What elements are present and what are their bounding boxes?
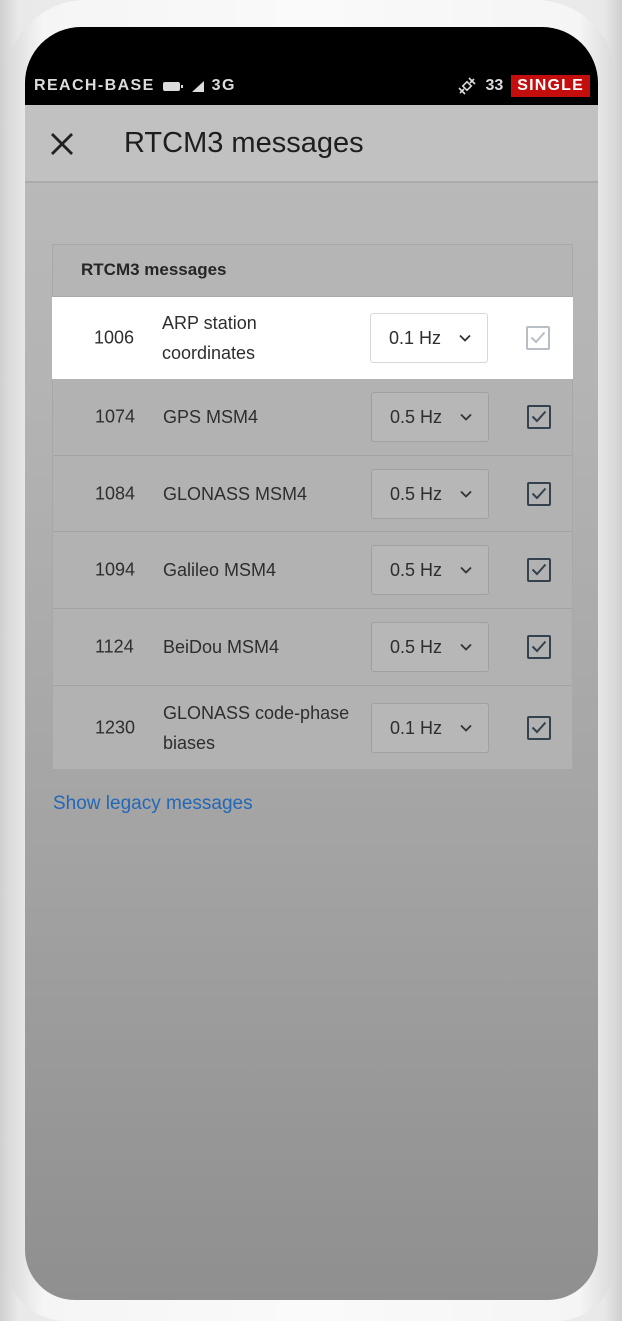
close-button[interactable] bbox=[47, 129, 77, 159]
chevron-down-icon bbox=[460, 413, 472, 421]
message-name: GPS MSM4 bbox=[163, 407, 259, 427]
enable-checkbox[interactable] bbox=[526, 326, 550, 350]
message-row: 1230 GLONASS code-phase biases 0.1 Hz bbox=[53, 686, 572, 769]
page-title: RTCM3 messages bbox=[124, 127, 364, 159]
rate-dropdown[interactable]: 0.5 Hz bbox=[371, 468, 489, 519]
message-name: GLONASS code-phase biases bbox=[163, 702, 350, 753]
chevron-down-icon bbox=[460, 490, 472, 498]
signal-icon bbox=[191, 80, 204, 92]
message-row: 1006 ARP station coordinates 0.1 Hz bbox=[52, 297, 573, 379]
message-name: ARP station coordinates bbox=[162, 313, 257, 363]
status-left: REACH-BASE 3G bbox=[34, 77, 236, 95]
check-icon bbox=[531, 487, 547, 499]
rate-value: 0.5 Hz bbox=[390, 483, 443, 504]
chevron-down-icon bbox=[459, 334, 471, 342]
message-name: Galileo MSM4 bbox=[163, 560, 277, 580]
message-name: GLONASS MSM4 bbox=[163, 483, 308, 504]
message-row: 1124 BeiDou MSM4 0.5 Hz bbox=[53, 609, 572, 686]
message-name: BeiDou MSM4 bbox=[163, 637, 280, 657]
enable-checkbox[interactable] bbox=[527, 481, 551, 506]
rate-value: 0.1 Hz bbox=[389, 328, 442, 348]
satellite-count: 33 bbox=[485, 77, 504, 94]
message-id: 1006 bbox=[94, 327, 135, 348]
check-icon bbox=[531, 640, 547, 653]
chevron-down-icon bbox=[460, 566, 472, 574]
messages-card: RTCM3 messages 1006 ARP station coordina… bbox=[52, 244, 573, 769]
show-legacy-messages-link[interactable]: Show legacy messages bbox=[53, 793, 253, 815]
message-row: 1074 GPS MSM4 0.5 Hz bbox=[53, 379, 572, 456]
rate-dropdown[interactable]: 0.5 Hz bbox=[371, 622, 489, 672]
status-right: 33 SINGLE bbox=[457, 75, 590, 97]
message-id: 1084 bbox=[95, 483, 136, 503]
chevron-down-icon bbox=[460, 724, 472, 732]
rate-value: 0.1 Hz bbox=[390, 717, 443, 738]
enable-checkbox[interactable] bbox=[527, 715, 551, 740]
enable-checkbox[interactable] bbox=[527, 405, 551, 429]
check-icon bbox=[530, 331, 546, 344]
rate-value: 0.5 Hz bbox=[390, 637, 443, 657]
device-name: REACH-BASE bbox=[34, 77, 155, 94]
status-bar: REACH-BASE 3G 33 SINGLE bbox=[25, 27, 598, 105]
message-id: 1230 bbox=[95, 717, 136, 737]
message-row: 1084 GLONASS MSM4 0.5 Hz bbox=[53, 456, 572, 532]
message-id: 1074 bbox=[95, 406, 136, 427]
phone-screen: REACH-BASE 3G 33 SINGLE RTCM3 messages R… bbox=[25, 27, 598, 1300]
network-type: 3G bbox=[211, 77, 236, 94]
check-icon bbox=[531, 563, 547, 576]
enable-checkbox[interactable] bbox=[527, 558, 551, 582]
app-bar: RTCM3 messages bbox=[25, 105, 598, 183]
message-row: 1094 Galileo MSM4 0.5 Hz bbox=[53, 532, 572, 609]
solution-status-badge: SINGLE bbox=[511, 75, 590, 97]
rate-dropdown[interactable]: 0.1 Hz bbox=[370, 313, 488, 363]
rate-dropdown[interactable]: 0.1 Hz bbox=[371, 702, 489, 753]
rate-dropdown[interactable]: 0.5 Hz bbox=[371, 545, 489, 595]
rate-value: 0.5 Hz bbox=[390, 407, 443, 427]
rate-value: 0.5 Hz bbox=[390, 560, 443, 580]
check-icon bbox=[531, 410, 547, 423]
satellite-icon bbox=[457, 76, 477, 96]
rate-dropdown[interactable]: 0.5 Hz bbox=[371, 392, 489, 442]
message-id: 1094 bbox=[95, 559, 136, 580]
enable-checkbox[interactable] bbox=[527, 635, 551, 659]
card-title: RTCM3 messages bbox=[53, 245, 572, 297]
close-icon bbox=[47, 129, 77, 159]
check-icon bbox=[531, 721, 547, 733]
message-id: 1124 bbox=[95, 636, 134, 657]
chevron-down-icon bbox=[460, 643, 472, 651]
battery-icon bbox=[162, 81, 183, 91]
